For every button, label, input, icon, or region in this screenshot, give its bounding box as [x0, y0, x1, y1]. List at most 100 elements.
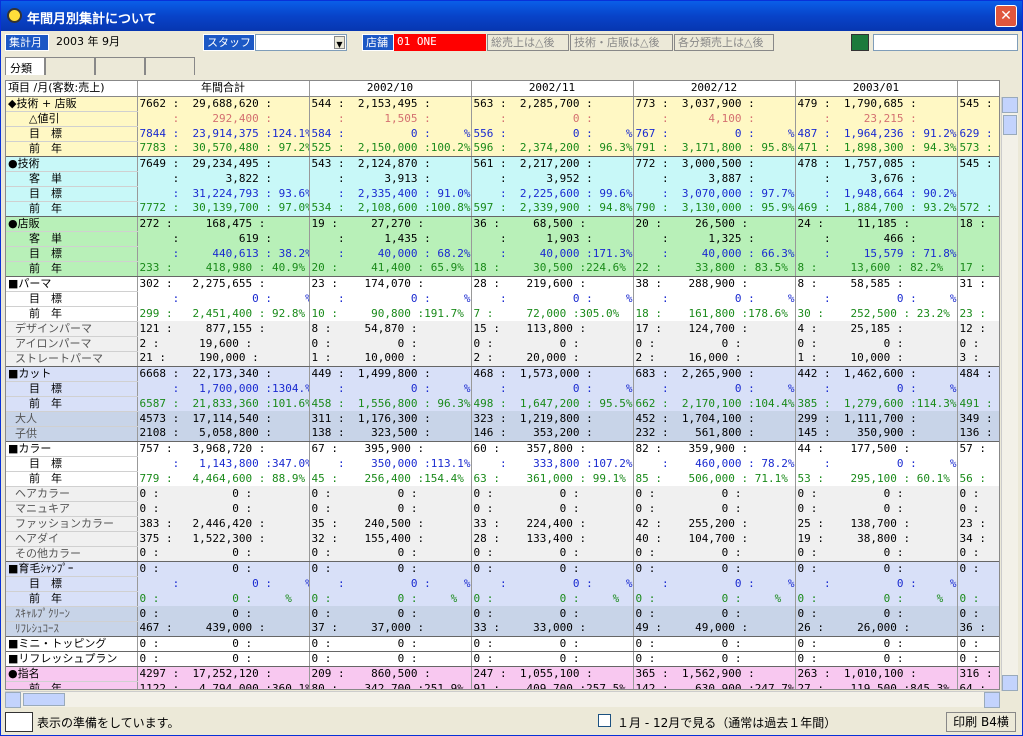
table-row[interactable]: ■カラー 757 : 3,968,720 :67 : 395,900 :60 : … [6, 441, 999, 457]
table-row[interactable]: △値引 : 292,400 : : 1,505 : : 0 : : 4,100 … [6, 111, 999, 127]
table-cell: 0 : 0 : [471, 561, 634, 576]
table-row[interactable]: ストレートパーマ 21 : 190,000 :1 : 10,000 :2 : 20… [6, 351, 999, 367]
table-row[interactable]: 前 年 779 : 4,464,600 : 88.9% 45 : 256,400 :… [6, 471, 999, 487]
table-row[interactable]: 前 年 7783 : 30,570,480 : 97.2% 525 : 2,150,… [6, 141, 999, 157]
table-cell: : 40,000 : 66.3% [633, 246, 796, 261]
table-cell: 36 : 68,500 : [471, 216, 634, 231]
table-row[interactable]: 目 標 7844 : 23,914,375 :124.1% 584 : 0 : % 5… [6, 126, 999, 142]
tech-store-sales-button[interactable]: 技術・店販は△後 [570, 34, 673, 51]
table-row[interactable]: 前 年 1122 : 4,794,000 :360.1% 80 : 342,700 … [6, 681, 999, 689]
table-row[interactable]: ヘアカラー 0 : 0 :0 : 0 :0 : 0 :0 : 0 :0 : 0 :… [6, 486, 999, 502]
table-row[interactable]: 目 標 : 31,224,793 : 93.6% : 2,335,400 : 9… [6, 186, 999, 202]
table-row[interactable]: 前 年 6587 : 21,833,360 :101.6% 458 : 1,556,… [6, 396, 999, 412]
table-row[interactable]: ファッションカラー 383 : 2,446,420 :35 : 240,500 :… [6, 516, 999, 532]
header-month: 2002/11 [471, 81, 634, 97]
table-row[interactable]: ﾘﾌﾚｼｭｺｰｽ 467 : 439,000 :37 : 37,000 :33 :… [6, 621, 999, 637]
full-year-checkbox[interactable] [598, 714, 611, 727]
table-row[interactable]: ■パーマ 302 : 2,275,655 :23 : 174,070 :28 : … [6, 276, 999, 292]
table-cell: 0 : 0 : [633, 546, 796, 562]
table-row[interactable]: マニュキア 0 : 0 :0 : 0 :0 : 0 :0 : 0 :0 : 0 :… [6, 501, 999, 517]
tab-category[interactable]: 分類 [5, 57, 45, 75]
table-row[interactable]: 前 年 233 : 418,980 : 40.9% 20 : 41,400 : 65… [6, 261, 999, 277]
table-row[interactable]: 大人 4573 : 17,114,540 :311 : 1,176,300 :32… [6, 411, 999, 427]
table-row[interactable]: デザインパーマ 121 : 877,155 :8 : 54,870 :15 : 1… [6, 321, 999, 337]
table-row[interactable]: 客 単 : 619 : : 1,435 : : 1,903 : : 1,325 … [6, 231, 999, 247]
table-cell: 7772 : 30,139,700 : 97.0% [137, 201, 310, 217]
category-sales-button[interactable]: 各分類売上は△後 [674, 34, 774, 51]
table-cell: 6668 : 22,173,340 : [137, 366, 310, 381]
table-row[interactable]: ■ミニ・トッピング 0 : 0 :0 : 0 :0 : 0 :0 : 0 :0 :… [6, 636, 999, 652]
table-cell: 629 : [957, 126, 999, 141]
table-row[interactable]: その他カラー 0 : 0 :0 : 0 :0 : 0 :0 : 0 :0 : 0 … [6, 546, 999, 562]
tab-2[interactable] [45, 57, 95, 75]
table-cell: : 1,143,800 :347.0% [137, 456, 310, 471]
table-cell: : 0 : % [795, 456, 958, 471]
print-button[interactable]: 印刷 B4横 [946, 712, 1016, 732]
table-cell: 767 : 0 : % [633, 126, 796, 141]
hscroll-thumb[interactable] [23, 693, 65, 706]
table-row[interactable]: 客 単 : 3,822 : : 3,913 : : 3,952 : : 3,88… [6, 171, 999, 187]
scroll-left-icon[interactable] [5, 692, 21, 708]
row-label: 目 標 [6, 246, 138, 262]
table-row[interactable]: 子供 2108 : 5,058,800 :138 : 323,500 :146 :… [6, 426, 999, 442]
vertical-scrollbar[interactable] [1001, 97, 1018, 691]
table-cell: 0 : 0 : [471, 486, 634, 501]
header-row: 項目 /月(客数:売上) 年間合計 2002/10 2002/11 2002/1… [6, 81, 999, 97]
tab-4[interactable] [145, 57, 195, 75]
table-cell: : 0 : % [137, 576, 310, 591]
table-row[interactable]: 目 標 : 0 : % : 0 : % : 0 : % : 0 : % : 0 … [6, 291, 999, 307]
store-label: 店舗 [362, 34, 394, 51]
table-cell: : 466 : [795, 231, 958, 246]
table-cell: : 0 : % [471, 381, 634, 396]
period-value[interactable]: 2003 年 9月 [53, 34, 141, 51]
full-year-checkbox-label[interactable]: １月 - 12月で見る（通常は過去１年間） [617, 714, 836, 731]
table-cell: 272 : 168,475 : [137, 216, 310, 231]
scroll-down-icon[interactable] [1002, 675, 1018, 691]
table-row[interactable]: アイロンパーマ 2 : 19,600 :0 : 0 :0 : 0 :0 : 0 :… [6, 336, 999, 352]
table-row[interactable]: 目 標 : 1,700,000 :1304.% : 0 : % : 0 : % … [6, 381, 999, 397]
table-row[interactable]: ◆技術 + 店販 7662 : 29,688,620 :544 : 2,153,4… [6, 96, 999, 112]
table-cell: : 292,400 : [137, 111, 310, 126]
table-cell [957, 171, 999, 186]
table-cell: 36 : [957, 621, 999, 637]
vscroll-thumb[interactable] [1003, 115, 1017, 135]
table-cell: 18 : 30,500 :224.6% [471, 261, 634, 277]
table-cell: 19 : 38,800 : [795, 531, 958, 546]
table-row[interactable]: ●店販 272 : 168,475 :19 : 27,270 :36 : 68,5… [6, 216, 999, 232]
table-row[interactable]: ヘアダイ 375 : 1,522,300 :32 : 155,400 :28 : … [6, 531, 999, 547]
dropdown-arrow-icon[interactable]: ▼ [334, 36, 345, 49]
table-row[interactable]: 目 標 : 0 : % : 0 : % : 0 : % : 0 : % : 0 … [6, 576, 999, 592]
table-row[interactable]: ｽｷｬﾙﾌﾟｸﾘｰﾝ 0 : 0 :0 : 0 :0 : 0 :0 : 0 :0 … [6, 606, 999, 622]
memo-input[interactable] [873, 34, 1018, 51]
table-row[interactable]: 前 年0 : 0 : % 0 : 0 : % 0 : 0 : % 0 : 0 : % 0… [6, 591, 999, 607]
table-row[interactable]: ●技術 7649 : 29,234,495 :543 : 2,124,870 :5… [6, 156, 999, 172]
table-cell: 82 : 359,900 : [633, 441, 796, 456]
table-row[interactable]: ■リフレッシュプラン 0 : 0 :0 : 0 :0 : 0 :0 : 0 :0 … [6, 651, 999, 667]
table-cell: 247 : 1,055,100 : [471, 666, 634, 681]
table-row[interactable]: 前 年 7772 : 30,139,700 : 97.0% 534 : 2,108,… [6, 201, 999, 217]
table-cell: : 3,887 : [633, 171, 796, 186]
tab-3[interactable] [95, 57, 145, 75]
table-cell: 0 : 0 : [137, 606, 310, 621]
table-row[interactable]: 目 標 : 1,143,800 :347.0% : 350,000 :113.1… [6, 456, 999, 472]
table-cell: 0 : 0 : [633, 651, 796, 667]
table-row[interactable]: ■育毛ｼｬﾝﾌﾟｰ 0 : 0 :0 : 0 :0 : 0 :0 : 0 :0 :… [6, 561, 999, 577]
table-row[interactable]: 前 年 299 : 2,451,400 : 92.8% 10 : 90,800 :1… [6, 306, 999, 322]
table-cell: 2 : 16,000 : [633, 351, 796, 367]
horizontal-scrollbar[interactable] [5, 691, 1000, 708]
total-sales-button[interactable]: 総売上は△後 [487, 34, 569, 51]
staff-select[interactable]: ▼ [255, 34, 347, 51]
close-button[interactable]: ✕ [995, 5, 1017, 27]
table-cell: 0 : 0 : [471, 336, 634, 351]
scroll-up-icon[interactable] [1002, 97, 1018, 113]
table-row[interactable]: 目 標 : 440,613 : 38.2% : 40,000 : 68.2% :… [6, 246, 999, 262]
table-row[interactable]: ■カット 6668 : 22,173,340 :449 : 1,499,800 :… [6, 366, 999, 382]
table-row[interactable]: ●指名 4297 : 17,252,120 :209 : 860,500 :247… [6, 666, 999, 682]
table-cell: 18 : [957, 216, 999, 231]
table-cell: 33 : 224,400 : [471, 516, 634, 531]
calculator-icon[interactable] [851, 34, 869, 51]
row-label: ■カラー [6, 441, 138, 457]
store-select[interactable]: 01 ONE [394, 34, 486, 51]
table-cell: 0 : [957, 336, 999, 351]
scroll-right-icon[interactable] [984, 692, 1000, 708]
